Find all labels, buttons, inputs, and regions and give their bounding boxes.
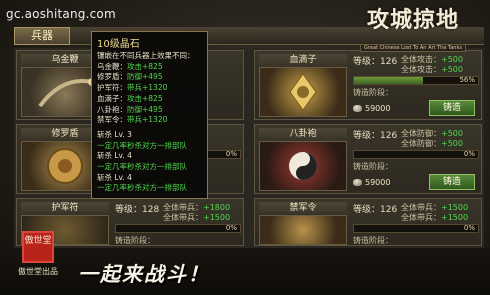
weapon-stat: 全体带兵：+1500 [163,213,231,222]
forge-progress-percent: 0% [225,150,237,158]
tooltip-description: 镶嵌在不同兵器上效果不同： [97,51,195,60]
game-logo: 攻城掠地 Great Chinese Lost To An Art The Ta… [348,2,478,52]
silver-coin-icon [353,105,362,112]
forge-stage: 铸造阶段： [115,236,155,245]
tooltip-effect: 护军符：带兵+1320 [97,83,168,93]
silver-coin-icon [353,179,362,186]
weapon-stat: 全体攻击：+500 [401,65,463,74]
forge-cost: 59000 [353,178,390,187]
forge-progress-bar: 56% [353,76,479,85]
forge-progress-bar: 0% [353,224,479,233]
publisher-seal-logo: 傲世堂 [22,231,54,263]
weapon-card-baguapao[interactable]: 八卦袍 等级：126 全体防御：+500 全体防御：+500 0% 铸造阶段： … [254,124,482,194]
weapon-level: 等级：128 [115,205,160,215]
weapon-image-bagua [259,141,347,191]
tab-weapons[interactable]: 兵器 [14,27,70,45]
weapon-level: 等级：126 [353,57,398,67]
game-title: 攻城掠地 [366,7,459,33]
tooltip-effect: 乌金鞭：攻击+825 [97,61,163,71]
tooltip-effect: 血滴子：攻击+825 [97,93,163,103]
forge-progress-percent: 0% [463,224,475,232]
forge-button[interactable]: 铸造 [429,100,475,116]
weapon-name: 禁军令 [259,202,347,214]
promo-footer [0,248,490,295]
promo-slogan: 一起来战斗！ [78,262,210,286]
forge-progress-percent: 0% [463,150,475,158]
gem-tooltip: 10级晶石 镶嵌在不同兵器上效果不同： 乌金鞭：攻击+825 修罗盾：防御+49… [91,31,208,199]
forge-progress-fill [354,77,424,84]
weapon-image-xuedizi [259,67,347,117]
weapon-image-token [259,215,347,245]
forge-cost: 59000 [353,104,390,113]
game-subtitle: Great Chinese Lost To An Art The Tanks [360,44,466,52]
tooltip-effect: 修罗盾：防御+495 [97,72,163,82]
weapon-name: 护军符 [21,202,109,214]
forge-progress-bar: 0% [115,224,241,233]
forge-stage: 铸造阶段： [353,88,393,97]
tooltip-title: 10级晶石 [97,39,140,50]
forge-progress-percent: 0% [225,224,237,232]
tooltip-skill-name: 斩杀 Lv. 3 [97,129,132,139]
forge-button[interactable]: 铸造 [429,174,475,190]
tooltip-skill-name: 斩杀 Lv. 4 [97,172,132,182]
forge-stage: 铸造阶段： [353,236,393,245]
weapon-card-xuedizi[interactable]: 血滴子 等级：126 全体攻击：+500 全体攻击：+500 56% 铸造阶段：… [254,50,482,120]
tooltip-effect: 禁军令：带兵+1320 [97,115,168,125]
tooltip-skill-desc: 一定几率秒杀对方一排部队 [97,183,187,193]
tooltip-skill-name: 斩杀 Lv. 4 [97,151,132,161]
weapon-name: 血滴子 [259,54,347,66]
tooltip-effect: 八卦袍：防御+495 [97,104,163,114]
tooltip-skill-desc: 一定几率秒杀对方一排部队 [97,140,187,150]
site-url: gc.aoshitang.com [6,7,116,21]
weapon-level: 等级：126 [353,131,398,141]
weapon-level: 等级：126 [353,205,398,215]
forge-progress-bar: 0% [353,150,479,159]
weapon-stat: 全体带兵：+1500 [401,213,469,222]
weapon-name: 八卦袍 [259,128,347,140]
weapon-stat: 全体防御：+500 [401,139,463,148]
publisher-brand: 傲世堂出品 [18,267,58,276]
game-screen: gc.aoshitang.com 攻城掠地 Great Chinese Lost… [0,0,490,295]
forge-progress-percent: 56% [459,76,475,84]
tooltip-skill-desc: 一定几率秒杀对方一排部队 [97,162,187,172]
forge-stage: 铸造阶段： [353,162,393,171]
weapon-card-jinjunling[interactable]: 禁军令 等级：126 全体带兵：+1500 全体带兵：+1500 0% 铸造阶段… [254,198,482,246]
weapon-grid: 乌金鞭 血滴子 等级：126 全体攻击：+500 全体攻击：+500 56% 铸… [14,48,484,248]
